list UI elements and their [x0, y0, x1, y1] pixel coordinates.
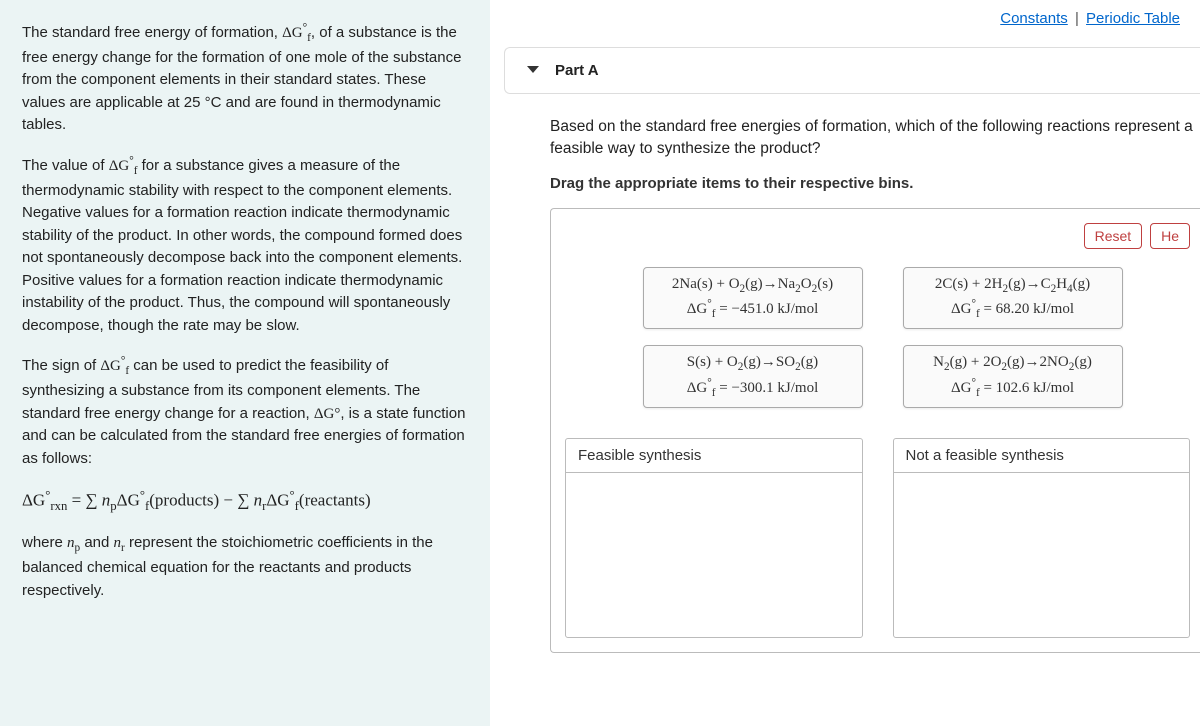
question-body: Based on the standard free energies of f…: [490, 94, 1200, 653]
reaction-item[interactable]: S(s) + O2(g)→SO2(g) ΔG°f = −300.1 kJ/mol: [643, 345, 863, 407]
intro-para-1: The standard free energy of formation, Δ…: [22, 20, 468, 137]
reaction-equation: 2C(s) + 2H2(g)→C2H4(g): [920, 274, 1106, 297]
reaction-dg: ΔG°f = 68.20 kJ/mol: [920, 297, 1106, 322]
link-separator: |: [1075, 10, 1079, 27]
reaction-dg: ΔG°f = −300.1 kJ/mol: [660, 376, 846, 401]
reaction-item[interactable]: N2(g) + 2O2(g)→2NO2(g) ΔG°f = 102.6 kJ/m…: [903, 345, 1123, 407]
periodic-table-link[interactable]: Periodic Table: [1086, 10, 1180, 27]
reaction-dg: ΔG°f = −451.0 kJ/mol: [660, 297, 846, 322]
chevron-down-icon[interactable]: [527, 66, 539, 73]
bin-not-feasible[interactable]: Not a feasible synthesis: [893, 438, 1191, 638]
reaction-equation: S(s) + O2(g)→SO2(g): [660, 352, 846, 375]
part-label: Part A: [555, 62, 599, 79]
intro-para-2: The value of ΔG°f for a substance gives …: [22, 153, 468, 337]
question-panel: Constants | Periodic Table Part A Based …: [490, 0, 1200, 726]
reaction-item[interactable]: 2C(s) + 2H2(g)→C2H4(g) ΔG°f = 68.20 kJ/m…: [903, 267, 1123, 329]
drag-instruction: Drag the appropriate items to their resp…: [550, 175, 1200, 192]
reaction-equation: 2Na(s) + O2(g)→Na2O2(s): [660, 274, 846, 297]
bin-feasible[interactable]: Feasible synthesis: [565, 438, 863, 638]
intro-para-4: where np and nr represent the stoichiome…: [22, 532, 468, 602]
help-button[interactable]: He: [1150, 223, 1190, 249]
intro-panel: The standard free energy of formation, Δ…: [0, 0, 490, 726]
question-text: Based on the standard free energies of f…: [550, 116, 1200, 161]
constants-link[interactable]: Constants: [1000, 10, 1068, 27]
intro-para-3: The sign of ΔG°f can be used to predict …: [22, 353, 468, 470]
part-header[interactable]: Part A: [504, 47, 1200, 94]
top-links: Constants | Periodic Table: [490, 0, 1200, 37]
reaction-dg: ΔG°f = 102.6 kJ/mol: [920, 376, 1106, 401]
equation: ΔG°rxn = ∑ npΔG°f(products) − ∑ nrΔG°f(r…: [22, 486, 468, 516]
bins-row: Feasible synthesis Not a feasible synthe…: [565, 438, 1200, 638]
bin-header: Not a feasible synthesis: [894, 439, 1190, 473]
reaction-item[interactable]: 2Na(s) + O2(g)→Na2O2(s) ΔG°f = −451.0 kJ…: [643, 267, 863, 329]
reset-button[interactable]: Reset: [1084, 223, 1143, 249]
items-pool: 2Na(s) + O2(g)→Na2O2(s) ΔG°f = −451.0 kJ…: [565, 267, 1200, 428]
reaction-equation: N2(g) + 2O2(g)→2NO2(g): [920, 352, 1106, 375]
drag-workspace: Reset He 2Na(s) + O2(g)→Na2O2(s) ΔG°f = …: [550, 208, 1200, 653]
bin-header: Feasible synthesis: [566, 439, 862, 473]
controls-row: Reset He: [565, 223, 1200, 267]
